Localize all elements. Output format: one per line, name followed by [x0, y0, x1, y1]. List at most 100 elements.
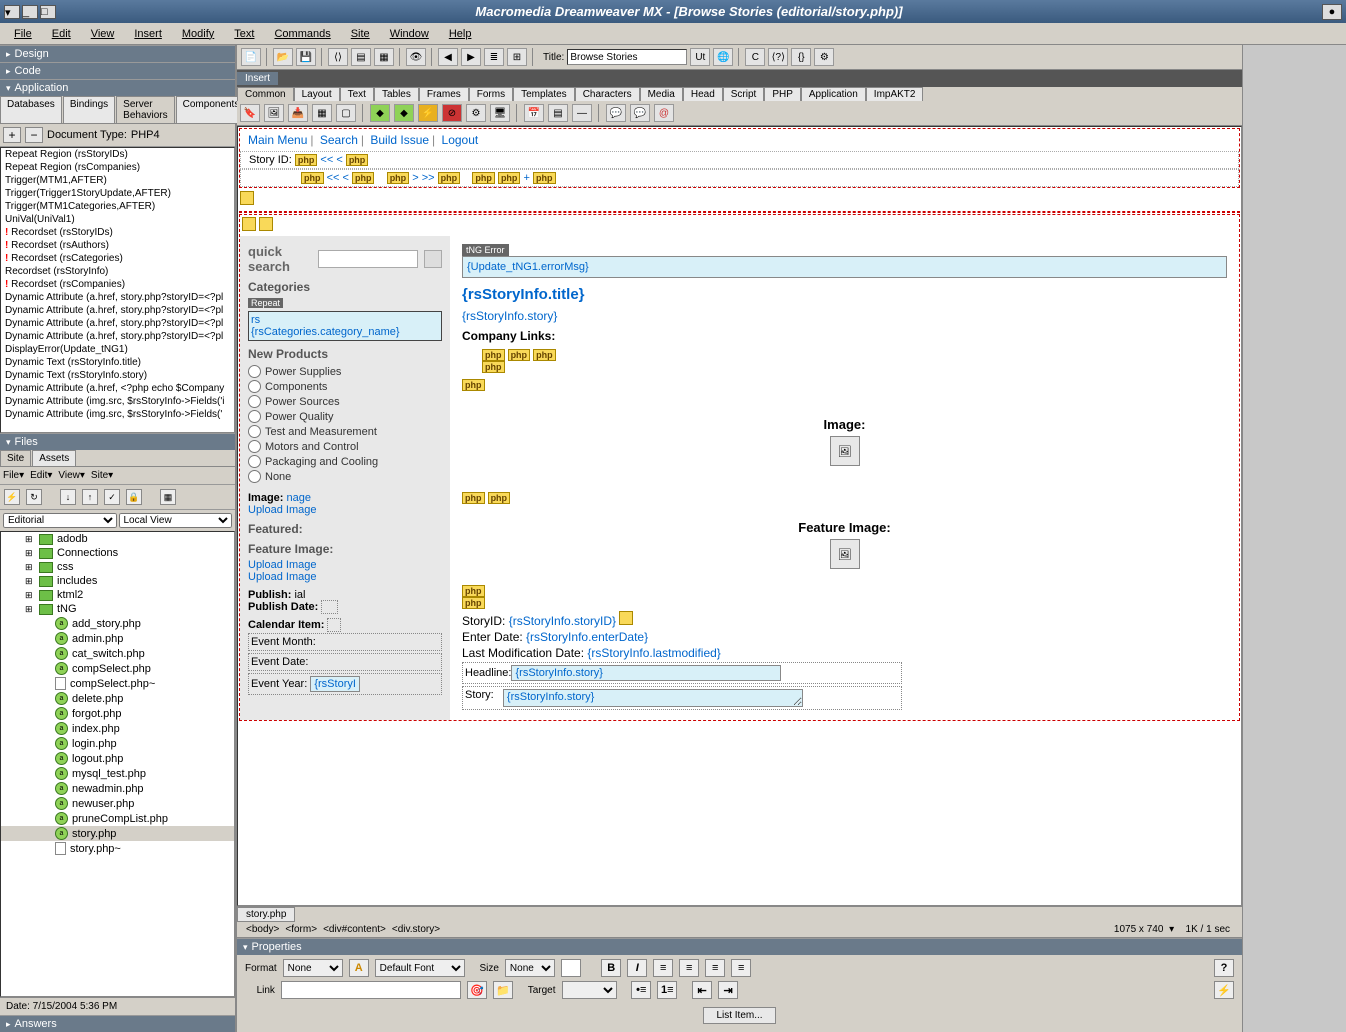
globe-icon[interactable]: 🌐 [713, 48, 733, 66]
insert-date-icon[interactable]: 📅 [524, 104, 544, 122]
file-tree[interactable]: ⊞adodb⊞Connections⊞css⊞includes⊞ktml2⊞tN… [0, 531, 235, 997]
link-input[interactable] [281, 981, 461, 999]
menu-edit[interactable]: Edit [42, 26, 81, 42]
np-radio[interactable] [248, 395, 261, 408]
insert-cat-common[interactable]: Common [237, 87, 294, 101]
behavior-item[interactable]: Recordset (rsCompanies) [1, 278, 234, 291]
file-tree-item[interactable]: aadmin.php [1, 631, 234, 646]
insert-cat-head[interactable]: Head [683, 87, 723, 101]
quick-tag-icon[interactable]: ⚡ [1214, 981, 1234, 999]
expand-icon[interactable]: ▦ [160, 489, 176, 505]
menu-window[interactable]: Window [380, 26, 439, 42]
indent-button[interactable]: ⇥ [718, 981, 738, 999]
insert-cat-templates[interactable]: Templates [513, 87, 575, 101]
menu-file[interactable]: File [4, 26, 42, 42]
options-icon[interactable]: ⚙ [814, 48, 834, 66]
ul-button[interactable]: •≡ [631, 981, 651, 999]
feature-image-placeholder-icon[interactable]: 🖼 [830, 539, 860, 569]
upload-image-link[interactable]: Upload Image [248, 504, 317, 516]
np-radio[interactable] [248, 365, 261, 378]
behavior-item[interactable]: Trigger(MTM1Categories,AFTER) [1, 200, 234, 213]
insert-stop-icon[interactable]: ⊘ [442, 104, 462, 122]
np-radio[interactable] [248, 440, 261, 453]
insert-cat-script[interactable]: Script [723, 87, 765, 101]
file-tree-item[interactable]: acat_switch.php [1, 646, 234, 661]
insert-cat-text[interactable]: Text [340, 87, 374, 101]
insert-email-icon[interactable]: @ [654, 104, 674, 122]
new-doc-icon[interactable]: 📄 [241, 48, 261, 66]
insert-gear-icon[interactable]: ⚙ [466, 104, 486, 122]
minimize-button[interactable]: _ [22, 5, 38, 19]
align-justify-button[interactable]: ≡ [731, 959, 751, 977]
browse-folder-icon[interactable]: 📁 [493, 981, 513, 999]
menu-modify[interactable]: Modify [172, 26, 224, 42]
connect-icon[interactable]: ⚡ [4, 489, 20, 505]
tab-components[interactable]: Components [176, 96, 247, 123]
document-tab[interactable]: story.php [237, 907, 295, 922]
behavior-item[interactable]: Dynamic Text (rsStoryInfo.title) [1, 356, 234, 369]
behavior-item[interactable]: Dynamic Attribute (a.href, <?php echo $C… [1, 382, 234, 395]
upload-image-link-2[interactable]: Upload Image [248, 559, 317, 571]
color-swatch[interactable] [561, 959, 581, 977]
file-tree-item[interactable]: aadd_story.php [1, 616, 234, 631]
file-tree-item[interactable]: aforgot.php [1, 706, 234, 721]
behavior-item[interactable]: Recordset (rsStoryIDs) [1, 226, 234, 239]
menu-view[interactable]: View [81, 26, 125, 42]
behavior-item[interactable]: Repeat Region (rsCompanies) [1, 161, 234, 174]
italic-button[interactable]: I [627, 959, 647, 977]
image-placeholder-icon[interactable]: 🖼 [830, 436, 860, 466]
file-tree-item[interactable]: aindex.php [1, 721, 234, 736]
file-tree-item[interactable]: adelete.php [1, 691, 234, 706]
align-left-button[interactable]: ≡ [653, 959, 673, 977]
insert-cat-application[interactable]: Application [801, 87, 866, 101]
properties-header[interactable]: Properties [237, 938, 1242, 955]
insert-cat-php[interactable]: PHP [764, 87, 801, 101]
insert-image-icon[interactable]: 🖼 [264, 104, 284, 122]
checkout-icon[interactable]: ✓ [104, 489, 120, 505]
align-center-button[interactable]: ≡ [679, 959, 699, 977]
upload-image-link-3[interactable]: Upload Image [248, 571, 317, 583]
tab-bindings[interactable]: Bindings [63, 96, 115, 123]
file-tree-item[interactable]: astory.php [1, 826, 234, 841]
behavior-item[interactable]: Recordset (rsCategories) [1, 252, 234, 265]
file-tree-item[interactable]: ⊞css [1, 560, 234, 574]
code-panel-header[interactable]: Code [0, 62, 235, 79]
files-menu-file[interactable]: File▾ [3, 470, 24, 481]
behavior-item[interactable]: Dynamic Attribute (a.href, story.php?sto… [1, 317, 234, 330]
event-year-input[interactable] [310, 676, 360, 692]
insert-cat-impakt2[interactable]: ImpAKT2 [866, 87, 924, 101]
add-behavior-button[interactable]: + [3, 127, 21, 143]
behavior-item[interactable]: Dynamic Text (rsStoryInfo.story) [1, 369, 234, 382]
file-tree-item[interactable]: story.php~ [1, 841, 234, 856]
open-icon[interactable]: 📂 [273, 48, 293, 66]
application-panel-header[interactable]: Application [0, 79, 235, 96]
file-tree-item[interactable]: anewadmin.php [1, 781, 234, 796]
menu-commands[interactable]: Commands [264, 26, 340, 42]
behavior-item[interactable]: Dynamic Attribute (img.src, $rsStoryInfo… [1, 408, 234, 421]
tag-form[interactable]: <form> [282, 924, 320, 935]
behavior-item[interactable]: Dynamic Attribute (a.href, story.php?sto… [1, 304, 234, 317]
menu-insert[interactable]: Insert [124, 26, 172, 42]
np-radio[interactable] [248, 455, 261, 468]
braces-icon[interactable]: {} [791, 48, 811, 66]
file-tree-item[interactable]: apruneCompList.php [1, 811, 234, 826]
nav-back-icon[interactable]: ◀ [438, 48, 458, 66]
quick-search-button[interactable] [424, 250, 442, 268]
insert-cat-layout[interactable]: Layout [294, 87, 340, 101]
nav-search[interactable]: Search [320, 133, 358, 147]
behavior-item[interactable]: Dynamic Attribute (a.href, story.php?sto… [1, 330, 234, 343]
tab-databases[interactable]: Databases [0, 96, 62, 123]
files-menu-edit[interactable]: Edit▾ [30, 470, 52, 481]
help-icon[interactable]: ? [1214, 959, 1234, 977]
site-select[interactable]: Editorial [3, 513, 117, 528]
ut-icon[interactable]: Ut [690, 48, 710, 66]
design-view-icon[interactable]: ▦ [374, 48, 394, 66]
insert-tag-icon[interactable]: 🔖 [240, 104, 260, 122]
file-tree-item[interactable]: ⊞Connections [1, 546, 234, 560]
font-a-icon[interactable]: A [349, 959, 369, 977]
window-menu-button[interactable]: ▾ [4, 5, 20, 19]
behavior-item[interactable]: Repeat Region (rsStoryIDs) [1, 148, 234, 161]
insert-server-icon[interactable]: 🖥 [490, 104, 510, 122]
behavior-item[interactable]: Trigger(Trigger1StoryUpdate,AFTER) [1, 187, 234, 200]
files-menu-site[interactable]: Site▾ [91, 470, 113, 481]
